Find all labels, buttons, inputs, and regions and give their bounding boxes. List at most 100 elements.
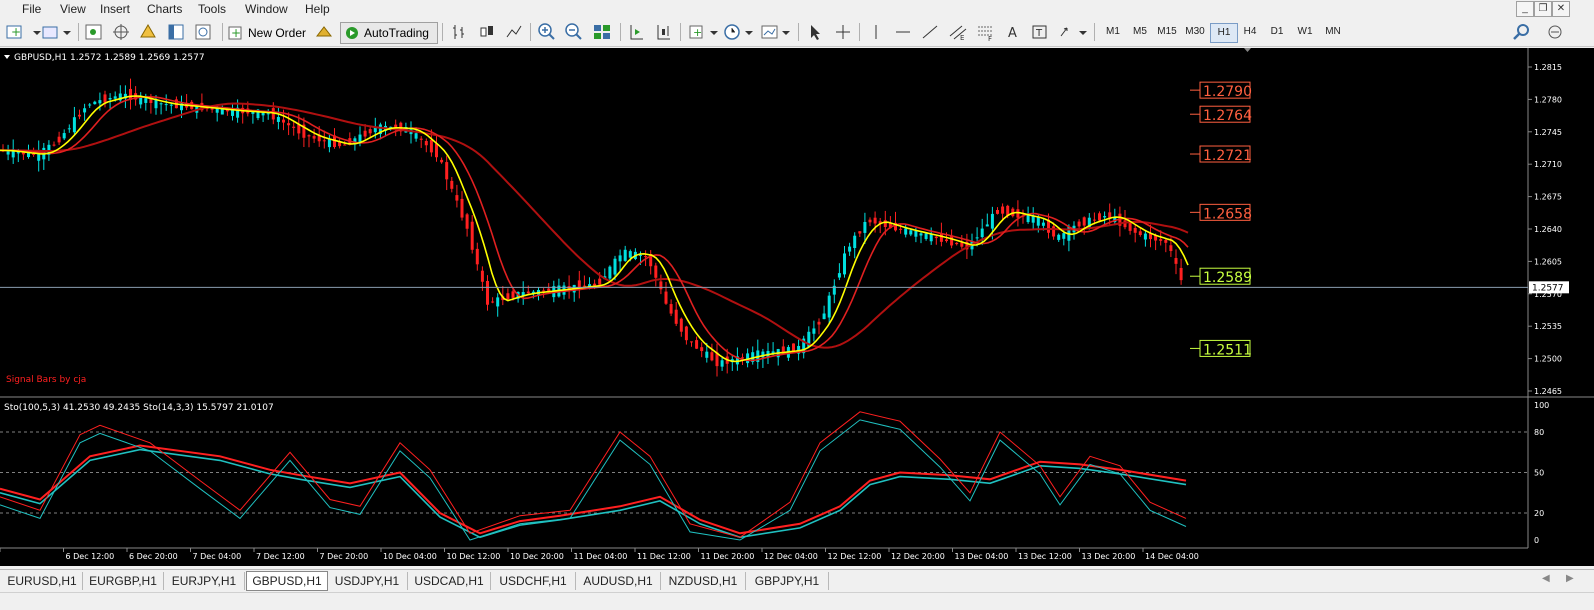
candle-body xyxy=(654,265,658,278)
candle-body xyxy=(1098,213,1101,221)
horizontal-line-icon[interactable] xyxy=(893,22,913,42)
periods-icon[interactable] xyxy=(723,22,757,42)
candle-body xyxy=(853,235,857,249)
price-axis-label: 1.2605 xyxy=(1534,257,1562,266)
restore-icon[interactable]: ❐ xyxy=(1534,1,1552,17)
timeframe-m15[interactable]: M15 xyxy=(1154,23,1180,41)
timeframe-m1[interactable]: M1 xyxy=(1100,23,1126,41)
crosshair-icon[interactable] xyxy=(833,22,853,42)
tab-scroll-right-icon[interactable]: ▶ xyxy=(1566,573,1574,584)
chart-window[interactable]: 1.2815 1.2780 1.2745 1.2710 1.2675 1.2640 1.26… xyxy=(0,48,1594,566)
cursor-icon[interactable] xyxy=(805,22,825,42)
templates-icon[interactable] xyxy=(760,22,794,42)
close-icon[interactable]: ✕ xyxy=(1552,1,1570,17)
tab-audusd[interactable]: AUDUSD,H1 xyxy=(576,572,661,590)
indicators-icon[interactable]: + xyxy=(688,22,722,42)
timeframe-m30[interactable]: M30 xyxy=(1182,23,1208,41)
community-icon[interactable] xyxy=(1545,22,1565,42)
time-axis: 6 Dec 20186 Dec 12:006 Dec 20:007 Dec 04… xyxy=(0,548,1199,561)
candle-body xyxy=(623,249,627,261)
autotrading-label: AutoTrading xyxy=(364,26,429,40)
menu-insert[interactable]: Insert xyxy=(100,2,130,16)
menu-view[interactable]: View xyxy=(60,2,86,16)
candle-body xyxy=(113,96,117,99)
candlestick-icon[interactable] xyxy=(478,22,496,42)
stochastic-axis: 100 80 50 20 0 xyxy=(1534,401,1549,545)
search-icon[interactable] xyxy=(1512,22,1532,42)
market-watch-icon[interactable] xyxy=(84,22,104,42)
terminal-icon[interactable] xyxy=(166,22,186,42)
timeframe-mn[interactable]: MN xyxy=(1320,23,1346,41)
candle-body xyxy=(1128,222,1132,231)
new-order-icon: + xyxy=(228,26,242,40)
fibonacci-icon[interactable]: F xyxy=(975,22,995,42)
menu-help[interactable]: Help xyxy=(305,2,330,16)
candle-body xyxy=(1031,216,1035,223)
chart-shift-icon[interactable] xyxy=(627,22,647,42)
tab-gbpjpy[interactable]: GBPJPY,H1 xyxy=(746,572,829,590)
text-label-icon[interactable]: T xyxy=(1030,22,1050,42)
tab-usdcad[interactable]: USDCAD,H1 xyxy=(408,572,491,590)
trendline-icon[interactable] xyxy=(920,22,940,42)
signal-bars-watermark: Signal Bars by cja xyxy=(6,375,86,385)
candle-body xyxy=(1174,258,1178,264)
tester-icon[interactable] xyxy=(193,22,213,42)
tile-windows-icon[interactable] xyxy=(592,22,612,42)
timeframe-h4[interactable]: H4 xyxy=(1237,23,1263,41)
candle-body xyxy=(985,224,989,227)
candle-body xyxy=(52,144,56,146)
candle-body xyxy=(78,114,81,117)
toolbar: + + New Order AutoTrading + E F A T M1 M… xyxy=(0,19,1594,47)
status-bar xyxy=(0,592,1594,610)
zoom-in-icon[interactable] xyxy=(537,22,557,42)
crosshair-nav-icon[interactable] xyxy=(111,22,131,42)
candle-body xyxy=(1123,220,1127,228)
menu-charts[interactable]: Charts xyxy=(147,2,182,16)
candle-body xyxy=(812,328,816,334)
candle-body xyxy=(690,341,693,343)
tab-usdchf[interactable]: USDCHF,H1 xyxy=(491,572,576,590)
menu-window[interactable]: Window xyxy=(245,2,288,16)
timeframe-d1[interactable]: D1 xyxy=(1264,23,1290,41)
candle-body xyxy=(373,127,377,133)
time-axis-label: 10 Dec 04:00 xyxy=(383,552,437,561)
timeframe-h1[interactable]: H1 xyxy=(1210,23,1238,43)
bar-chart-icon[interactable] xyxy=(450,22,468,42)
menu-tools[interactable]: Tools xyxy=(198,2,226,16)
expert-icon[interactable] xyxy=(314,22,334,42)
minimize-icon[interactable]: _ xyxy=(1516,1,1534,17)
arrows-icon[interactable] xyxy=(1057,22,1089,42)
equidistant-channel-icon[interactable]: E xyxy=(948,22,968,42)
autotrading-button[interactable]: AutoTrading xyxy=(340,22,438,44)
timeframe-w1[interactable]: W1 xyxy=(1292,23,1318,41)
candle-body xyxy=(837,273,841,278)
new-chart-icon[interactable]: + xyxy=(5,22,45,42)
tab-gbpusd[interactable]: GBPUSD,H1 xyxy=(246,571,328,591)
zoom-out-icon[interactable] xyxy=(564,22,584,42)
candle-body xyxy=(914,230,918,237)
timeframe-m5[interactable]: M5 xyxy=(1127,23,1153,41)
tab-scroll-left-icon[interactable]: ◀ xyxy=(1542,573,1550,584)
tab-eurgbp[interactable]: EURGBP,H1 xyxy=(83,572,164,590)
sto-fast-signal-line xyxy=(0,419,1187,541)
candle-body xyxy=(144,98,148,103)
menu-file[interactable]: File xyxy=(22,2,41,16)
candle-body xyxy=(159,103,163,105)
navigator-icon[interactable] xyxy=(138,22,158,42)
candle-body xyxy=(1133,227,1137,233)
tab-eurjpy[interactable]: EURJPY,H1 xyxy=(164,572,245,590)
line-chart-icon[interactable] xyxy=(505,22,523,42)
tab-eurusd[interactable]: EURUSD,H1 xyxy=(2,572,83,590)
tab-nzdusd[interactable]: NZDUSD,H1 xyxy=(661,572,746,590)
tab-usdjpy[interactable]: USDJPY,H1 xyxy=(327,572,408,590)
candle-body xyxy=(582,285,586,287)
candle-body xyxy=(684,326,688,341)
time-axis-label: 13 Dec 04:00 xyxy=(955,552,1009,561)
vertical-line-icon[interactable] xyxy=(866,22,886,42)
text-icon[interactable]: A xyxy=(1003,22,1023,42)
profiles-icon[interactable] xyxy=(41,22,73,42)
stochastic-pane: Sto(100,5,3) 41.2530 49.2435 Sto(14,3,3)… xyxy=(0,401,1549,545)
candle-body xyxy=(639,254,642,256)
candle-body xyxy=(664,291,668,304)
autoscroll-icon[interactable] xyxy=(654,22,674,42)
